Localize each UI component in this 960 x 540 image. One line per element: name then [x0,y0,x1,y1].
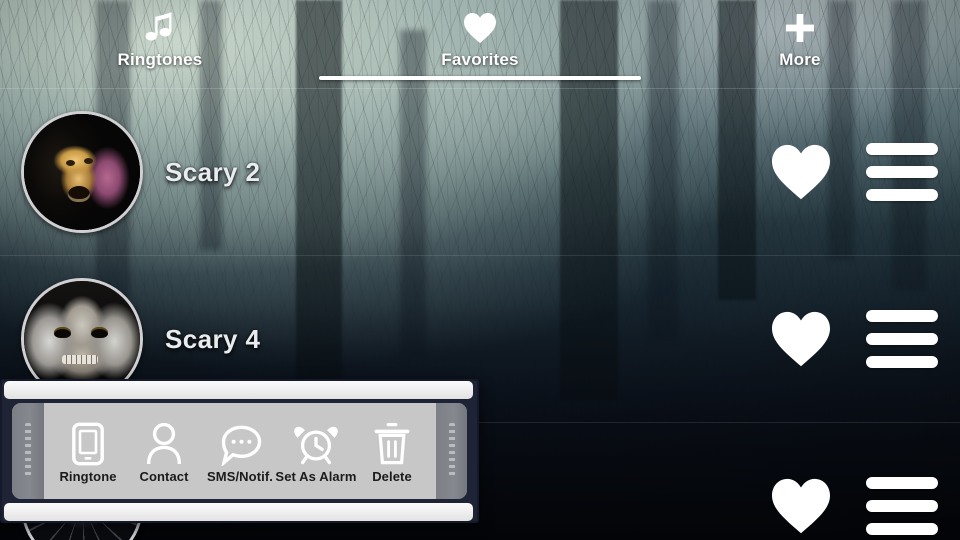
row-actions [769,477,960,535]
action-set-as-alarm[interactable]: Set As Alarm [275,418,357,484]
action-label: Contact [139,469,189,484]
menu-bar [866,310,938,322]
action-contact[interactable]: Contact [126,418,202,484]
menu-bar [866,500,938,512]
tabbar-divider [0,88,960,89]
menu-bar [866,477,938,489]
tab-ringtones[interactable]: Ringtones [0,0,320,88]
menu-bar [866,189,938,201]
trash-icon [374,418,410,466]
row-actions [769,143,960,201]
row-actions [769,310,960,368]
favorite-heart-icon[interactable] [769,477,833,535]
action-sms-notif[interactable]: SMS/Notif. [202,418,278,484]
row-title: Scary 2 [165,156,261,187]
action-label: Delete [372,469,412,484]
hamburger-menu-icon[interactable] [866,310,938,368]
hamburger-menu-icon[interactable] [866,477,938,535]
tray-grip-left[interactable] [12,403,44,499]
plus-icon [784,8,816,48]
table-row[interactable]: Scary 2 [0,89,960,256]
grip-dots [449,423,455,479]
top-tab-bar: Ringtones Favorites More [0,0,960,88]
tray-grip-right[interactable] [436,403,467,499]
action-label: Set As Alarm [275,469,357,484]
favorite-heart-icon[interactable] [769,143,833,201]
phone-icon [71,418,105,466]
row-title: Scary 4 [165,323,261,354]
tab-favorites[interactable]: Favorites [319,0,641,88]
witch-avatar-art [24,114,140,230]
music-note-icon [145,8,175,48]
menu-bar [866,143,938,155]
grip-dots [25,423,31,479]
chat-bubble-icon [218,418,262,466]
menu-bar [866,166,938,178]
popup-top-lip [4,381,473,399]
action-label: SMS/Notif. [207,469,273,484]
hamburger-menu-icon[interactable] [866,143,938,201]
action-ringtone[interactable]: Ringtone [50,418,126,484]
tab-label: Ringtones [117,50,203,69]
action-delete[interactable]: Delete [354,418,430,484]
app-screen: Ringtones Favorites More Scary 2 Scary 4… [0,0,960,540]
action-popup: Ringtone Contact SMS/Notif. Set As Alarm… [0,379,479,523]
tab-more[interactable]: More [640,0,960,88]
popup-bottom-lip [4,503,473,521]
heart-icon [463,8,497,48]
tab-label: Favorites [441,50,519,69]
alarm-clock-icon [294,418,338,466]
favorite-heart-icon[interactable] [769,310,833,368]
menu-bar [866,333,938,345]
action-tray: Ringtone Contact SMS/Notif. Set As Alarm… [12,403,467,499]
tab-label: More [779,50,821,69]
avatar[interactable] [21,111,143,233]
person-icon [145,418,183,466]
action-label: Ringtone [59,469,117,484]
tray-items: Ringtone Contact SMS/Notif. Set As Alarm… [44,403,436,499]
tab-active-indicator [319,76,641,80]
menu-bar [866,356,938,368]
menu-bar [866,523,938,535]
